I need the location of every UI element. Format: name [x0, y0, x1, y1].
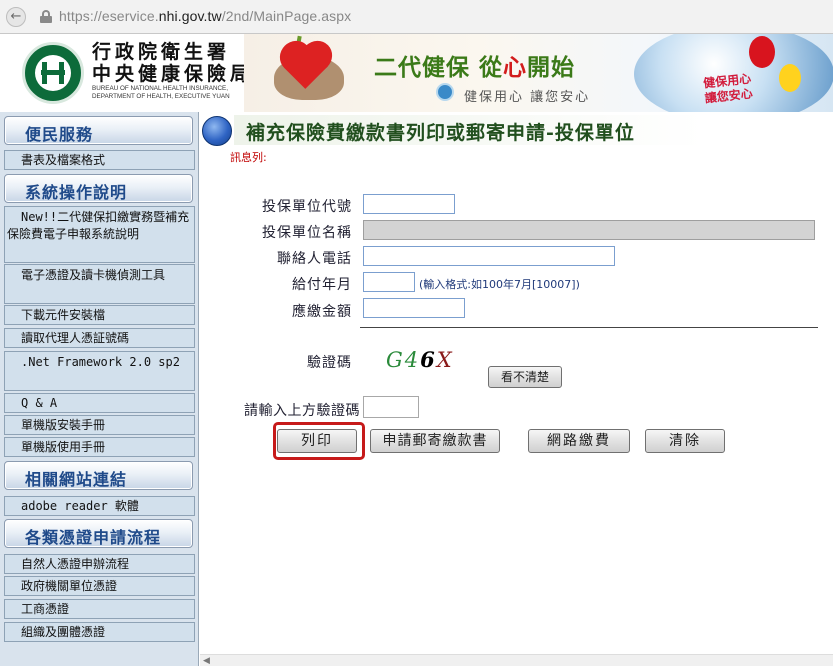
- unit-code-label: 投保單位代號: [262, 199, 352, 215]
- browser-address-bar: ← https://eservice.nhi.gov.tw/2nd/MainPa…: [0, 0, 833, 34]
- sidebar-item-install-manual[interactable]: 單機版安裝手冊: [4, 415, 195, 435]
- sidebar-item-nhi2-guide[interactable]: New!!二代健保扣繳實務暨補充保險費電子申報系統說明: [4, 206, 195, 263]
- scroll-left-icon[interactable]: ◀: [203, 656, 210, 666]
- captcha-input-label: 請輸入上方驗證碼: [244, 403, 360, 419]
- pay-month-input[interactable]: [363, 272, 415, 292]
- care-icon: [436, 83, 454, 101]
- sidebar-item-agent-cert[interactable]: 讀取代理人憑証號碼: [4, 328, 195, 348]
- sidebar-item-business-cert[interactable]: 工商憑證: [4, 599, 195, 619]
- clear-button[interactable]: 清除: [645, 429, 725, 453]
- site-header: 行政院衛生署 中央健康保險局 BUREAU OF NATIONAL HEALTH…: [0, 34, 833, 112]
- pay-month-label: 給付年月: [292, 277, 352, 293]
- red-balloon-image: [749, 36, 775, 68]
- sidebar-item-user-manual[interactable]: 單機版使用手冊: [4, 437, 195, 457]
- sidebar-item-qa[interactable]: Q & A: [4, 393, 195, 413]
- org-name: 行政院衛生署 中央健康保險局: [92, 41, 254, 85]
- yellow-balloon-image: [779, 64, 801, 92]
- header-banner: 二代健保 從心開始 健保用心 讓您安心 健保用心 讓您安心: [244, 34, 833, 112]
- sidebar-item-dotnet[interactable]: .Net Framework 2.0 sp2: [4, 351, 195, 391]
- horizontal-scrollbar[interactable]: ◀: [200, 654, 833, 666]
- banner-sub-slogan: 健保用心 讓您安心: [464, 90, 591, 105]
- nhi-logo[interactable]: [22, 42, 84, 104]
- back-arrow-icon[interactable]: ←: [6, 7, 26, 27]
- sidebar-item-cert-tool[interactable]: 電子憑證及讀卡機偵測工具: [4, 264, 195, 304]
- url-field[interactable]: https://eservice.nhi.gov.tw/2nd/MainPage…: [59, 8, 351, 24]
- unit-name-label: 投保單位名稱: [262, 225, 352, 241]
- amount-input[interactable]: [363, 298, 465, 318]
- banner-slogan: 二代健保 從心開始: [374, 55, 576, 81]
- amount-label: 應繳金額: [292, 304, 352, 320]
- captcha-label: 驗證碼: [307, 355, 352, 371]
- sidebar-item-citizen-cert[interactable]: 自然人憑證申辦流程: [4, 554, 195, 574]
- captcha-refresh-button[interactable]: 看不清楚: [488, 366, 562, 388]
- mail-request-button[interactable]: 申請郵寄繳款書: [370, 429, 500, 453]
- org-name-english: BUREAU OF NATIONAL HEALTH INSURANCE, DEP…: [92, 85, 230, 100]
- sidebar-item-download[interactable]: 下載元件安裝檔: [4, 305, 195, 325]
- sidebar-item-forms[interactable]: 書表及檔案格式: [4, 150, 195, 170]
- pay-month-hint: (輸入格式:如100年7月[10007]): [419, 278, 580, 291]
- banner-care-text: 健保用心 讓您安心: [702, 71, 754, 106]
- unit-code-input[interactable]: [363, 194, 455, 214]
- sidebar-section-cert-flow[interactable]: 各類憑證申請流程: [4, 519, 193, 548]
- lock-icon: [40, 10, 52, 23]
- title-orb-icon: [202, 116, 232, 146]
- sidebar: 便民服務 書表及檔案格式 系統操作說明 New!!二代健保扣繳實務暨補充保險費電…: [0, 112, 199, 666]
- sidebar-item-gov-cert[interactable]: 政府機關單位憑證: [4, 576, 195, 596]
- sidebar-section-guide[interactable]: 系統操作說明: [4, 174, 193, 203]
- main-content: 補充保險費繳款書列印或郵寄申請-投保單位 訊息列: 投保單位代號 投保單位名稱 …: [200, 112, 833, 666]
- phone-label: 聯絡人電話: [277, 251, 352, 267]
- page-title: 補充保險費繳款書列印或郵寄申請-投保單位: [234, 115, 704, 145]
- form-divider: [360, 327, 818, 328]
- sidebar-section-services[interactable]: 便民服務: [4, 116, 193, 145]
- message-label: 訊息列:: [230, 151, 267, 164]
- sidebar-section-links[interactable]: 相關網站連結: [4, 461, 193, 490]
- phone-input[interactable]: [363, 246, 615, 266]
- sidebar-item-adobe-reader[interactable]: adobe reader 軟體: [4, 496, 195, 516]
- online-pay-button[interactable]: 網路繳費: [528, 429, 630, 453]
- captcha-input[interactable]: [363, 396, 419, 418]
- captcha-image: G46X: [386, 347, 454, 372]
- print-button-highlight: [273, 422, 365, 460]
- sidebar-item-org-cert[interactable]: 組織及團體憑證: [4, 622, 195, 642]
- unit-name-input: [363, 220, 815, 240]
